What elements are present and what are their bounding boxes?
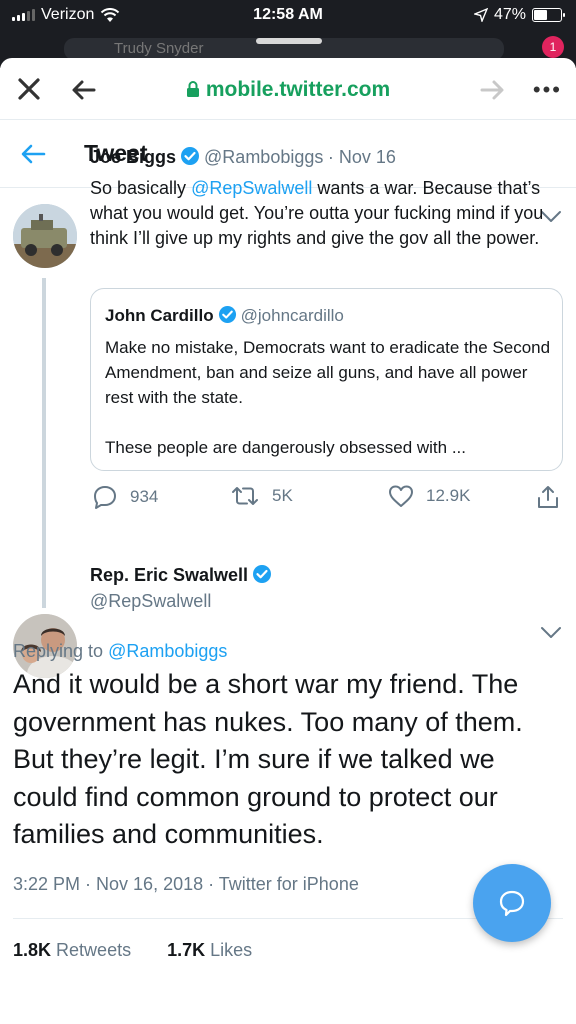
quoted-tweet-header: John Cardillo @johncardillo — [105, 305, 344, 326]
quoted-tweet-text: Make no mistake, Democrats want to eradi… — [105, 335, 551, 460]
reply-action[interactable]: 934 — [92, 484, 158, 510]
tweet1-text: So basically @RepSwalwell wants a war. B… — [90, 176, 550, 251]
author-handle[interactable]: @RepSwalwell — [90, 591, 211, 612]
tweet1-action-bar: 934 5K 12.9K — [90, 484, 560, 514]
likes-stat[interactable]: 1.7K Likes — [167, 940, 252, 960]
retweets-count: 1.8K — [13, 940, 52, 960]
quoted-author-handle: @johncardillo — [240, 306, 344, 325]
back-arrow-icon[interactable] — [20, 142, 46, 166]
reply-count: 934 — [130, 487, 159, 506]
like-action[interactable]: 12.9K — [388, 484, 470, 508]
more-options-icon[interactable]: ••• — [533, 79, 562, 101]
lock-icon — [186, 81, 199, 97]
browser-forward-icon[interactable] — [478, 76, 506, 104]
likes-count: 1.7K — [167, 940, 206, 960]
replying-prefix: Replying to — [13, 641, 109, 661]
quoted-tweet-card[interactable]: John Cardillo @johncardillo Make no mista… — [90, 288, 563, 471]
quoted-paragraph-1: Make no mistake, Democrats want to eradi… — [105, 338, 551, 407]
tweet-stats: 1.8K Retweets 1.7K Likes — [13, 940, 252, 961]
author-handle[interactable]: @Rambobiggs — [204, 147, 323, 167]
tweet-text-pre: So basically — [90, 178, 192, 198]
status-right-group: 47% — [473, 6, 565, 24]
background-notification-badge: 1 — [542, 36, 564, 58]
author-name[interactable]: Joe Biggs — [90, 147, 176, 167]
likes-label: Likes — [210, 940, 253, 960]
retweets-label: Retweets — [56, 940, 132, 960]
quoted-paragraph-2: These people are dangerously obsessed wi… — [105, 438, 467, 457]
military-vehicle-image — [13, 204, 77, 268]
browser-toolbar: mobile.twitter.com ••• — [0, 58, 576, 120]
tweet1-header: Joe Biggs @Rambobiggs · Nov 16 — [90, 146, 396, 168]
mention-link[interactable]: @RepSwalwell — [191, 178, 312, 198]
battery-percent: 47% — [493, 6, 526, 23]
retweets-stat[interactable]: 1.8K Retweets — [13, 940, 131, 960]
battery-icon — [532, 8, 565, 22]
tweet-date[interactable]: · Nov 16 — [328, 147, 396, 167]
avatar-joe-biggs[interactable] — [13, 204, 77, 268]
reply-icon — [94, 486, 116, 509]
location-arrow-icon — [473, 8, 488, 22]
compose-reply-button[interactable] — [473, 864, 551, 942]
share-icon — [538, 486, 558, 508]
author-name[interactable]: Rep. Eric Swalwell — [90, 565, 248, 585]
retweet-icon — [232, 487, 258, 505]
tweet-timestamp-source[interactable]: 3:22 PM · Nov 16, 2018 · Twitter for iPh… — [13, 874, 359, 895]
tweet2-text: And it would be a short war my friend. T… — [13, 669, 523, 849]
url-text: mobile.twitter.com — [205, 78, 391, 101]
tweet2-header: Rep. Eric Swalwell — [90, 564, 276, 586]
chevron-down-icon[interactable] — [540, 626, 562, 640]
verified-badge-icon — [181, 147, 200, 165]
quoted-author-name: John Cardillo — [105, 306, 214, 325]
retweet-action[interactable]: 5K — [230, 484, 293, 508]
heart-icon — [389, 485, 413, 507]
verified-badge-icon — [253, 565, 272, 583]
like-count: 12.9K — [426, 486, 471, 505]
thread-connector-line — [42, 278, 46, 608]
replying-to-line: Replying to @Rambobiggs — [13, 641, 227, 662]
verified-badge-icon — [218, 305, 236, 324]
sheet-grabber[interactable] — [256, 38, 322, 44]
retweet-count: 5K — [272, 486, 293, 505]
speech-bubble-icon — [499, 890, 525, 917]
share-action[interactable] — [536, 484, 560, 510]
status-bar: Verizon 12:58 AM 47% — [0, 4, 576, 28]
replying-to-handle[interactable]: @Rambobiggs — [108, 641, 227, 661]
